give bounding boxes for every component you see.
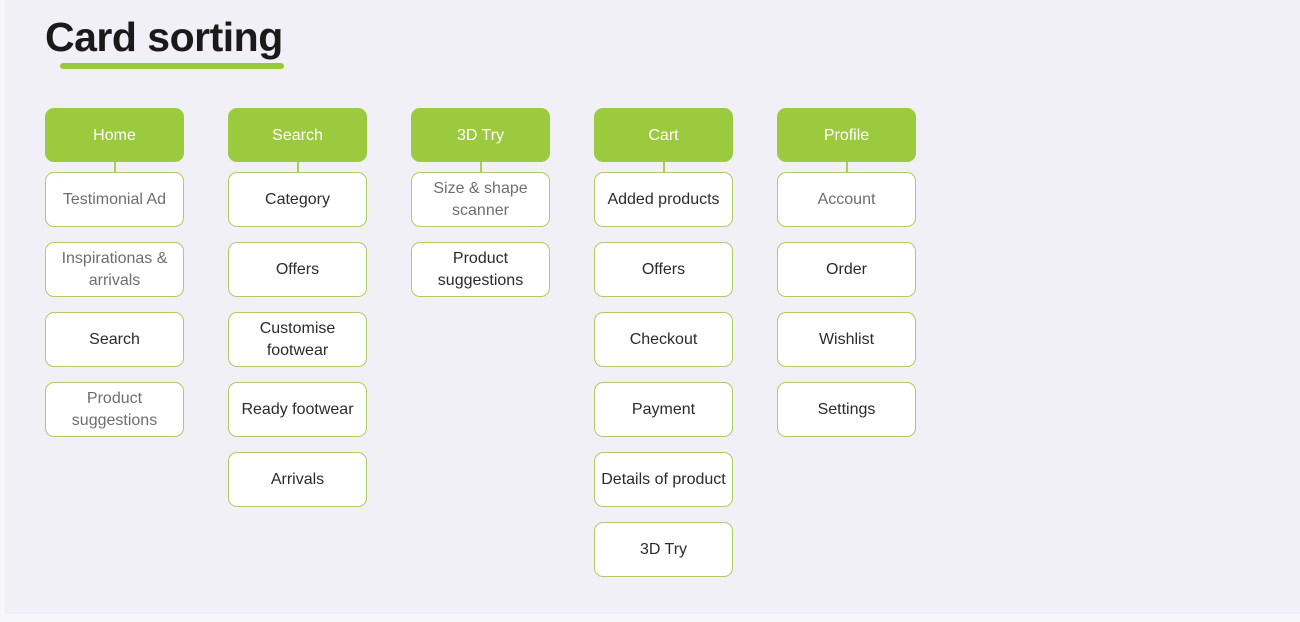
card-item[interactable]: Wishlist (777, 312, 916, 367)
card-item[interactable]: Search (45, 312, 184, 367)
card-list: Category Offers Customise footwear Ready fo… (228, 172, 367, 507)
column-header[interactable]: Home (45, 108, 184, 162)
card-item[interactable]: Order (777, 242, 916, 297)
card-item[interactable]: Size & shape scanner (411, 172, 550, 227)
card-item[interactable]: Details of product (594, 452, 733, 507)
card-item[interactable]: Ready footwear (228, 382, 367, 437)
column-header[interactable]: Search (228, 108, 367, 162)
card-item[interactable]: Payment (594, 382, 733, 437)
title-underline-accent (60, 63, 284, 69)
card-item[interactable]: Inspirationas & arrivals (45, 242, 184, 297)
page-title-block: Card sorting (45, 14, 284, 69)
card-sort-column: Profile Account Order Wishlist Settings (777, 108, 916, 577)
column-header[interactable]: Profile (777, 108, 916, 162)
card-item[interactable]: Added products (594, 172, 733, 227)
card-item[interactable]: Product suggestions (45, 382, 184, 437)
card-list: Account Order Wishlist Settings (777, 172, 916, 437)
card-item[interactable]: Settings (777, 382, 916, 437)
bottom-edge-strip (0, 614, 1300, 622)
card-item[interactable]: Category (228, 172, 367, 227)
card-item[interactable]: Offers (594, 242, 733, 297)
card-list: Size & shape scanner Product suggestions (411, 172, 550, 297)
column-header[interactable]: 3D Try (411, 108, 550, 162)
card-sort-column: Search Category Offers Customise footwear Re… (228, 108, 367, 577)
connector-line (845, 162, 848, 172)
card-item[interactable]: Product suggestions (411, 242, 550, 297)
card-item[interactable]: Testimonial Ad (45, 172, 184, 227)
card-item[interactable]: Checkout (594, 312, 733, 367)
card-sorting-diagram: Card sorting Home Testimonial Ad Inspirati… (0, 0, 1300, 622)
connector-line (662, 162, 665, 172)
card-sort-column: Home Testimonial Ad Inspirationas & arriva… (45, 108, 184, 577)
connector-line (296, 162, 299, 172)
card-item[interactable]: Arrivals (228, 452, 367, 507)
card-item[interactable]: Account (777, 172, 916, 227)
left-edge-strip (0, 0, 5, 622)
card-sort-column: Cart Added products Offers Checkout Payment D… (594, 108, 733, 577)
column-header[interactable]: Cart (594, 108, 733, 162)
card-sort-column: 3D Try Size & shape scanner Product sugges… (411, 108, 550, 577)
card-item[interactable]: Customise footwear (228, 312, 367, 367)
card-list: Testimonial Ad Inspirationas & arrivals Se… (45, 172, 184, 437)
connector-line (113, 162, 116, 172)
card-item[interactable]: 3D Try (594, 522, 733, 577)
page-title: Card sorting (45, 14, 283, 60)
columns-container: Home Testimonial Ad Inspirationas & arriva… (45, 108, 916, 577)
card-list: Added products Offers Checkout Payment Detai… (594, 172, 733, 577)
card-item[interactable]: Offers (228, 242, 367, 297)
connector-line (479, 162, 482, 172)
